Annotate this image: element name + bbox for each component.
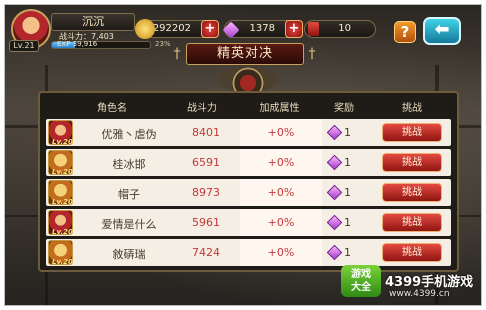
back-button[interactable]: ⬅ — [423, 17, 461, 45]
opponent-name: 帽子 — [118, 188, 140, 201]
opponent-level: Lv.20 — [52, 168, 73, 176]
add-gem-button[interactable]: + — [285, 20, 303, 38]
player-name: 沉沉 — [51, 13, 135, 31]
help-button[interactable]: ? — [394, 21, 416, 43]
watermark-site: 4399手机游戏 — [385, 275, 474, 290]
opponent-name: 优雅丶虐伪 — [101, 128, 157, 141]
opponent-power: 7424 — [192, 246, 220, 259]
opponent-avatar: Lv.20 — [48, 150, 73, 176]
gem-icon — [326, 244, 343, 261]
table-row: Lv.20 优雅丶虐伪 8401 +0% 1 挑战 — [46, 119, 451, 146]
opponent-level: Lv.20 — [52, 138, 73, 146]
gem-icon — [326, 124, 343, 141]
opponent-avatar: Lv.20 — [48, 120, 73, 146]
opponent-bonus: +0% — [267, 216, 295, 229]
challenge-button[interactable]: 挑战 — [382, 123, 442, 142]
watermark-logo-line: 大全 — [351, 282, 371, 293]
torch-icon: † — [308, 46, 316, 62]
gem-icon — [326, 214, 343, 231]
reward-count: 1 — [344, 126, 351, 139]
opponent-bonus: +0% — [267, 156, 295, 169]
gem-icon — [326, 184, 343, 201]
opponent-bonus: +0% — [267, 126, 295, 139]
opponent-table: 角色名 战斗力 加成属性 奖励 挑战 Lv.20 优雅丶虐伪 8401 +0% 1 挑战 L… — [38, 91, 459, 272]
table-row: Lv.20 桂冰邯 6591 +0% 1 挑战 — [46, 149, 451, 176]
gem-value: 1378 — [249, 23, 275, 34]
opponent-power: 8401 — [192, 126, 220, 139]
gem-icon — [222, 21, 240, 39]
arrow-left-icon: ⬅ — [434, 19, 450, 40]
exp-text: EXP 39,916 — [57, 40, 98, 48]
opponent-name: 敘硦瑞 — [112, 248, 146, 261]
gem-icon — [326, 154, 343, 171]
card-value: 10 — [338, 23, 351, 34]
header-reward: 奖励 — [334, 103, 354, 114]
card-counter: 10 — [304, 20, 376, 38]
table-row: Lv.20 帽子 8973 +0% 1 挑战 — [46, 179, 451, 206]
table-row: Lv.20 爱情是什么 5961 +0% 1 挑战 — [46, 209, 451, 236]
header-challenge: 挑战 — [402, 103, 422, 114]
opponent-level: Lv.20 — [52, 228, 73, 236]
header-bonus: 加成属性 — [259, 103, 300, 114]
header-name: 角色名 — [97, 103, 127, 114]
opponent-power: 6591 — [192, 156, 220, 169]
opponent-level: Lv.20 — [52, 258, 73, 266]
challenge-button[interactable]: 挑战 — [382, 153, 442, 172]
opponent-name: 爱情是什么 — [101, 218, 157, 231]
reward-count: 1 — [344, 246, 351, 259]
game-screen: Lv.21 沉沉 战斗力：7,403 EXP 39,916 23% 292202… — [4, 4, 482, 306]
reward-count: 1 — [344, 216, 351, 229]
opponent-power: 5961 — [192, 216, 220, 229]
watermark-logo-line: 游戏 — [351, 269, 371, 280]
opponent-avatar: Lv.20 — [48, 180, 73, 206]
challenge-button[interactable]: 挑战 — [382, 183, 442, 202]
gem-counter: 1378 + — [222, 20, 303, 39]
challenge-button[interactable]: 挑战 — [382, 213, 442, 232]
reward-count: 1 — [344, 186, 351, 199]
gold-value: 292202 — [152, 23, 191, 34]
exp-percent: 23% — [155, 40, 171, 48]
player-level: Lv.21 — [9, 40, 39, 52]
table-header: 角色名 战斗力 加成属性 奖励 挑战 — [42, 97, 455, 117]
opponent-bonus: +0% — [267, 246, 295, 259]
card-icon — [308, 22, 319, 36]
watermark-logo: 游戏 大全 — [341, 265, 381, 297]
watermark-url: www.4399.cn — [389, 289, 450, 299]
opponent-power: 8973 — [192, 186, 220, 199]
reward-count: 1 — [344, 156, 351, 169]
add-gold-button[interactable]: + — [201, 20, 219, 38]
header-power: 战斗力 — [187, 103, 217, 114]
gold-coin-icon — [135, 19, 155, 39]
opponent-avatar: Lv.20 — [48, 210, 73, 236]
challenge-button[interactable]: 挑战 — [382, 243, 442, 262]
opponent-bonus: +0% — [267, 186, 295, 199]
opponent-name: 桂冰邯 — [112, 158, 146, 171]
opponent-level: Lv.20 — [52, 198, 73, 206]
torch-icon: † — [173, 46, 181, 62]
table-row: Lv.20 敘硦瑞 7424 +0% 1 挑战 — [46, 239, 451, 266]
opponent-avatar: Lv.20 — [48, 240, 73, 266]
page-title: 精英对决 — [186, 43, 304, 65]
gold-counter: 292202 + — [135, 19, 219, 39]
